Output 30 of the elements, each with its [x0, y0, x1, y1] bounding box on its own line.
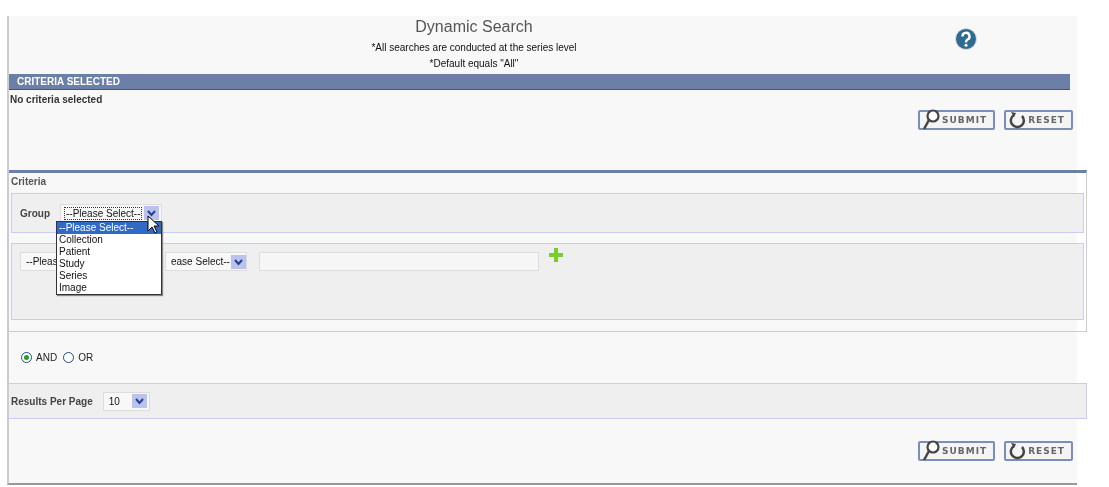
page-title: Dynamic Search: [415, 18, 533, 36]
dropdown-option[interactable]: Study: [57, 258, 161, 270]
search-icon: [922, 109, 941, 131]
reset-button[interactable]: RESET: [1004, 110, 1073, 130]
section-title: Criteria: [10, 175, 47, 189]
radio-label: OR: [78, 351, 94, 363]
dropdown-option[interactable]: Collection: [57, 234, 161, 246]
note-text: *All searches are conducted at the series level: [371, 41, 577, 55]
submit-button[interactable]: SUBMIT: [918, 441, 996, 461]
dropdown-option[interactable]: Image: [57, 282, 161, 294]
value-input[interactable]: [259, 252, 539, 271]
search-icon: [922, 440, 941, 462]
field-label: Group: [20, 207, 50, 219]
radio-button[interactable]: [63, 351, 75, 363]
submit-button[interactable]: SUBMIT: [918, 110, 996, 130]
operator-select[interactable]: ease Select--: [165, 252, 247, 271]
section-header: CRITERIA SELECTED: [9, 74, 1070, 90]
status-text: No criteria selected: [9, 93, 104, 105]
field-label: Results Per Page: [11, 395, 93, 407]
radio-button[interactable]: [21, 351, 32, 363]
refresh-icon: [1008, 441, 1027, 461]
help-icon[interactable]: [955, 28, 977, 50]
dropdown-option[interactable]: --Please Select--: [57, 222, 161, 234]
reset-button[interactable]: RESET: [1004, 441, 1073, 461]
dropdown-option[interactable]: Series: [57, 270, 161, 282]
note-text: *Default equals "All": [429, 57, 519, 71]
radio-label: AND: [36, 351, 58, 363]
dropdown-option[interactable]: Patient: [57, 246, 161, 258]
refresh-icon: [1008, 110, 1027, 130]
results-per-page-select[interactable]: 10: [102, 391, 150, 411]
